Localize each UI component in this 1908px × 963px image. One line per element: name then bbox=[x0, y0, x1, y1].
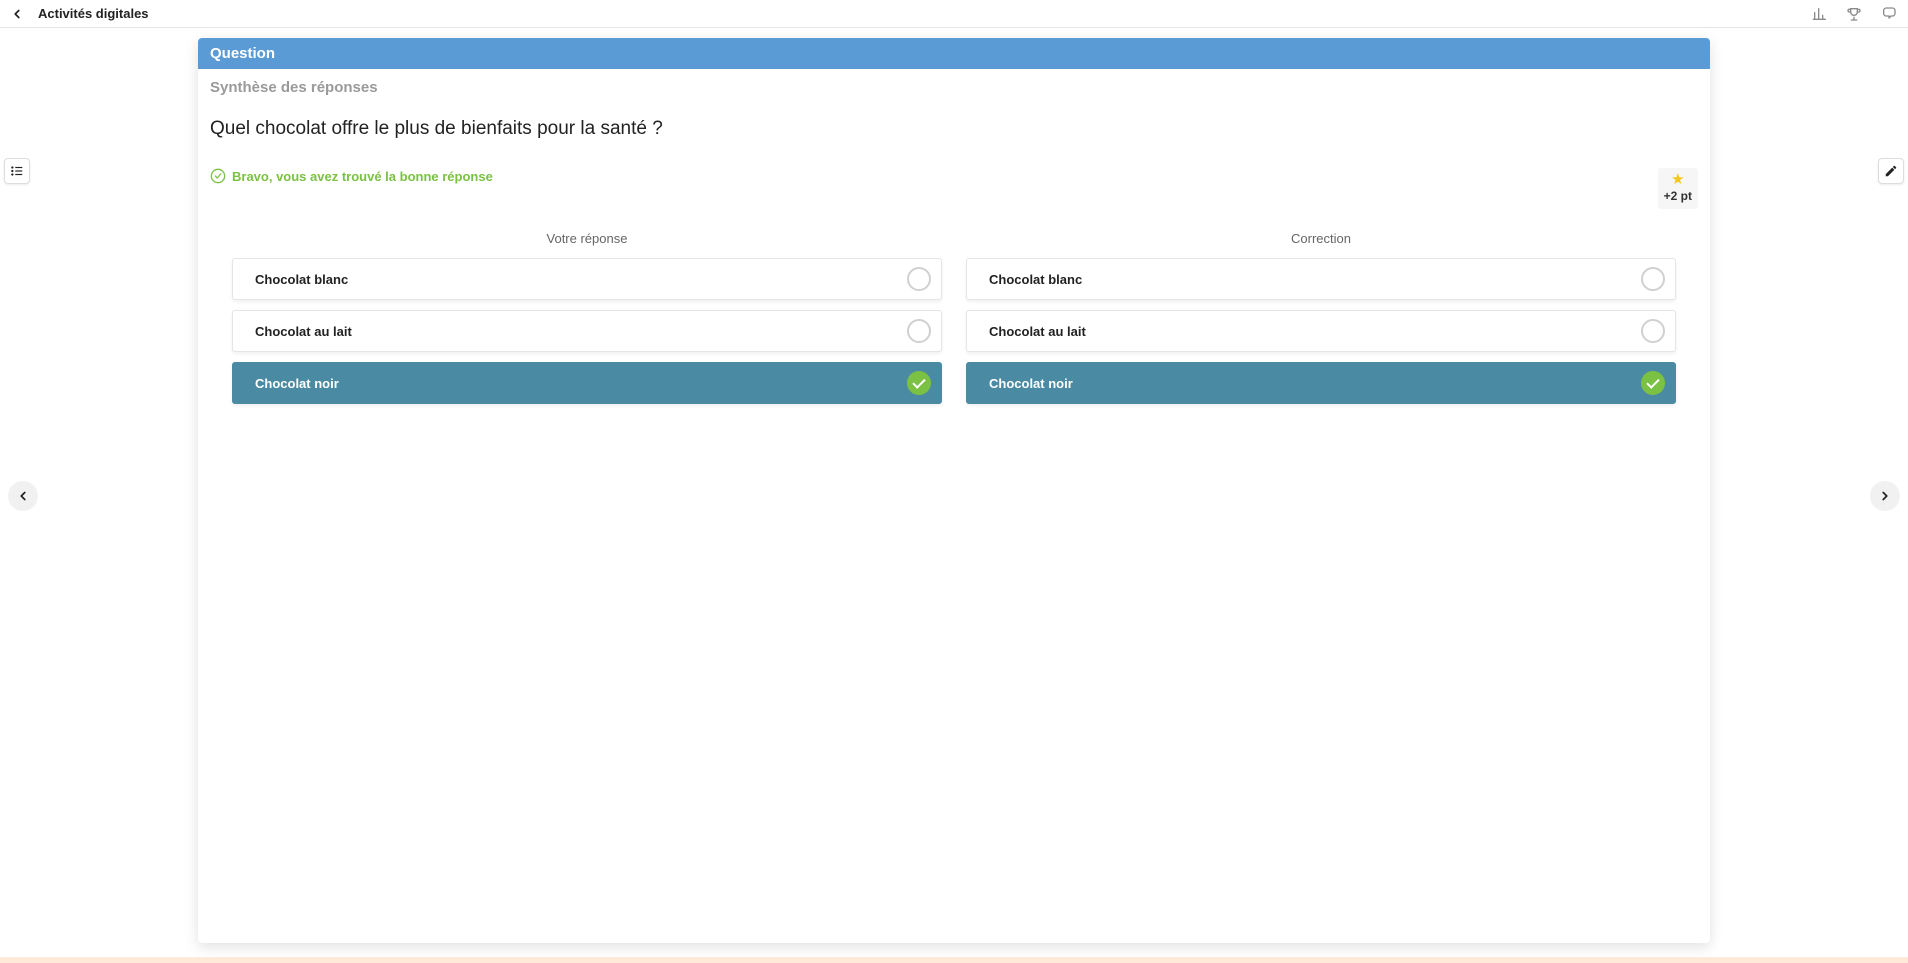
points-text: +2 pt bbox=[1664, 189, 1692, 203]
card-subheader: Synthèse des réponses bbox=[198, 69, 1710, 100]
next-button[interactable] bbox=[1870, 481, 1900, 511]
feedback-text: Bravo, vous avez trouvé la bonne réponse bbox=[232, 169, 493, 184]
chevron-right-icon bbox=[1878, 489, 1892, 503]
chat-icon bbox=[1880, 6, 1898, 22]
feedback-message: Bravo, vous avez trouvé la bonne réponse bbox=[210, 168, 493, 184]
radio-unchecked-icon bbox=[907, 267, 931, 291]
your-answer-column: Votre réponse Chocolat blanc Chocolat au … bbox=[232, 231, 942, 414]
toc-button[interactable] bbox=[4, 158, 30, 184]
question-card: Question Synthèse des réponses Quel choc… bbox=[198, 38, 1710, 943]
prev-button[interactable] bbox=[8, 481, 38, 511]
question-text: Quel chocolat offre le plus de bienfaits… bbox=[198, 100, 1710, 150]
page-title: Activités digitales bbox=[38, 6, 149, 21]
correct-answer-option: Chocolat au lait bbox=[966, 310, 1676, 352]
chat-button[interactable] bbox=[1880, 6, 1898, 22]
check-circle-icon bbox=[210, 168, 226, 184]
answer-label: Chocolat noir bbox=[989, 376, 1073, 391]
trophy-button[interactable] bbox=[1846, 6, 1862, 22]
progress-bar bbox=[0, 957, 1908, 963]
back-button[interactable] bbox=[10, 7, 24, 21]
your-answer-list: Chocolat blanc Chocolat au lait Chocolat n… bbox=[232, 258, 942, 414]
points-badge: ★ +2 pt bbox=[1658, 168, 1698, 209]
radio-unchecked-icon bbox=[1641, 267, 1665, 291]
edit-button[interactable] bbox=[1878, 158, 1904, 184]
correct-answer-option: Chocolat noir bbox=[966, 362, 1676, 404]
chevron-left-icon bbox=[10, 7, 24, 21]
radio-checked-icon bbox=[1641, 371, 1665, 395]
feedback-row: Bravo, vous avez trouvé la bonne réponse… bbox=[198, 150, 1710, 213]
answer-columns: Votre réponse Chocolat blanc Chocolat au … bbox=[198, 213, 1710, 414]
answer-label: Chocolat noir bbox=[255, 376, 339, 391]
answer-label: Chocolat blanc bbox=[989, 272, 1082, 287]
stage: Question Synthèse des réponses Quel choc… bbox=[0, 28, 1908, 963]
answer-label: Chocolat au lait bbox=[989, 324, 1086, 339]
your-answer-option: Chocolat au lait bbox=[232, 310, 942, 352]
your-answer-title: Votre réponse bbox=[232, 231, 942, 246]
correct-answer-option: Chocolat blanc bbox=[966, 258, 1676, 300]
card-header: Question bbox=[198, 38, 1710, 69]
radio-unchecked-icon bbox=[1641, 319, 1665, 343]
correction-title: Correction bbox=[966, 231, 1676, 246]
topbar-left: Activités digitales bbox=[10, 6, 149, 21]
radio-checked-icon bbox=[907, 371, 931, 395]
your-answer-option: Chocolat noir bbox=[232, 362, 942, 404]
correction-list: Chocolat blanc Chocolat au lait Chocolat n… bbox=[966, 258, 1676, 414]
radio-unchecked-icon bbox=[907, 319, 931, 343]
answer-label: Chocolat blanc bbox=[255, 272, 348, 287]
your-answer-option: Chocolat blanc bbox=[232, 258, 942, 300]
topbar: Activités digitales bbox=[0, 0, 1908, 28]
star-icon: ★ bbox=[1671, 172, 1684, 187]
list-icon bbox=[10, 164, 24, 178]
bar-chart-icon bbox=[1812, 6, 1828, 22]
correction-column: Correction Chocolat blanc Chocolat au lai… bbox=[966, 231, 1676, 414]
trophy-icon bbox=[1846, 6, 1862, 22]
pencil-icon bbox=[1884, 164, 1898, 178]
answer-label: Chocolat au lait bbox=[255, 324, 352, 339]
stats-button[interactable] bbox=[1812, 6, 1828, 22]
chevron-left-icon bbox=[16, 489, 30, 503]
topbar-right bbox=[1812, 6, 1898, 22]
